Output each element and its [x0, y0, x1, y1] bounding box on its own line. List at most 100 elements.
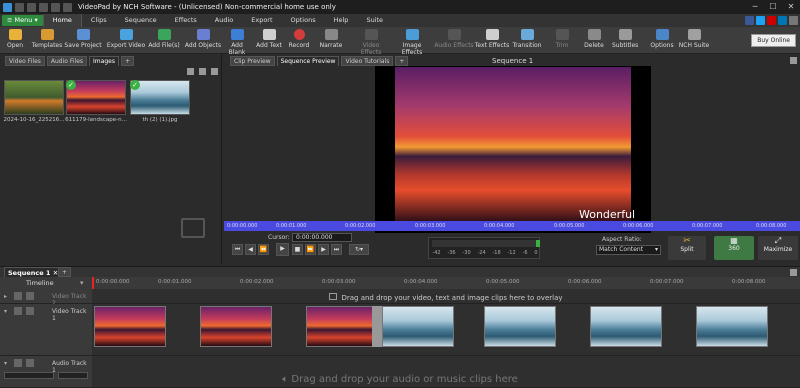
record-icon	[293, 29, 305, 40]
collapse-icon[interactable]: ▾	[4, 308, 7, 315]
trash-icon[interactable]	[187, 68, 194, 75]
timeline-ruler[interactable]: Timeline ▾ 0:00:00.000 0:00:01.000 0:00:…	[0, 277, 800, 289]
tab-sequence-preview[interactable]: Sequence Preview	[276, 56, 340, 66]
eye-icon[interactable]	[14, 307, 22, 315]
text-effects-button[interactable]: Text Effects	[474, 28, 510, 54]
add-files-button[interactable]: Add File(s)	[146, 28, 182, 54]
add-sequence-tab[interactable]: +	[58, 267, 72, 277]
lock-icon[interactable]	[26, 359, 34, 367]
image-effects-button[interactable]: Image Effects	[392, 28, 432, 56]
tab-audio-files[interactable]: Audio Files	[46, 56, 88, 66]
linkedin-icon[interactable]	[778, 16, 787, 25]
video-clip[interactable]	[306, 306, 376, 347]
loop-icon[interactable]: ↻▾	[349, 244, 369, 255]
eye-icon[interactable]	[14, 292, 22, 300]
ruler-tick: 0:00:05.000	[486, 279, 520, 285]
nch-suite-button[interactable]: NCH Suite	[678, 28, 710, 54]
twitter-icon[interactable]	[756, 16, 765, 25]
tab-clips[interactable]: Clips	[82, 14, 116, 27]
delete-button[interactable]: Delete	[583, 28, 605, 54]
narrate-button[interactable]: Narrate	[318, 28, 344, 54]
tab-options[interactable]: Options	[282, 14, 325, 27]
tab-effects[interactable]: Effects	[166, 14, 206, 27]
templates-button[interactable]: Templates	[30, 28, 64, 54]
audio-level-meter: -42 -36 -30 -24 -18 -12 -6 0	[428, 237, 540, 259]
tab-help[interactable]: Help	[325, 14, 358, 27]
next-frame-icon[interactable]: ▶	[318, 244, 329, 255]
lock-icon[interactable]	[26, 292, 34, 300]
tab-add[interactable]: +	[395, 56, 409, 66]
ruler-tick: 0:00:07.000	[692, 223, 723, 229]
undock-icon[interactable]	[790, 57, 797, 64]
stop-icon[interactable]: ■	[292, 244, 303, 255]
step-forward-icon[interactable]: ⏩	[305, 244, 316, 255]
video-track-2[interactable]: Drag and drop your video, text and image…	[92, 289, 800, 304]
new-folder-icon[interactable]	[199, 68, 206, 75]
audio-effects-button[interactable]: Audio Effects	[434, 28, 474, 54]
360-button[interactable]: ▦ 360	[714, 236, 754, 260]
tab-sequence[interactable]: Sequence	[116, 14, 166, 27]
tab-images[interactable]: Images	[89, 56, 119, 66]
play-icon[interactable]: ▶	[276, 243, 289, 256]
file-thumbnail[interactable]	[4, 80, 64, 115]
video-effects-button[interactable]: Video Effects	[352, 28, 390, 56]
help-icon[interactable]	[789, 16, 798, 25]
collapse-icon[interactable]: ▾	[4, 360, 7, 367]
view-icon[interactable]	[211, 68, 218, 75]
add-blank-button[interactable]: Add Blank	[222, 28, 252, 56]
add-text-button[interactable]: Add Text	[254, 28, 284, 54]
add-objects-button[interactable]: Add Objects	[184, 28, 222, 54]
split-button[interactable]: ✂ Split	[668, 236, 706, 260]
video-clip[interactable]	[590, 306, 662, 347]
open-button[interactable]: Open	[4, 28, 26, 54]
step-back-icon[interactable]: ⏪	[258, 244, 269, 255]
video-clip[interactable]	[94, 306, 166, 347]
tab-add[interactable]: +	[120, 56, 134, 66]
tab-home[interactable]: Home	[42, 14, 82, 27]
tab-video-tutorials[interactable]: Video Tutorials	[341, 56, 394, 66]
undo-icon[interactable]	[51, 2, 60, 12]
close-icon[interactable]: ✕	[782, 0, 800, 14]
new-icon[interactable]	[15, 2, 24, 12]
video-clip[interactable]	[696, 306, 768, 347]
go-start-icon[interactable]: ⏮	[232, 244, 243, 255]
subtitles-button[interactable]: Subtitles	[612, 28, 638, 54]
tab-clip-preview[interactable]: Clip Preview	[230, 56, 275, 66]
minimize-icon[interactable]: ─	[746, 0, 764, 14]
aspect-ratio-select[interactable]: Match Content ▾	[596, 245, 661, 255]
facebook-icon[interactable]	[745, 16, 754, 25]
video-clip[interactable]	[382, 306, 454, 347]
options-button[interactable]: Options	[650, 28, 674, 54]
prev-frame-icon[interactable]: ◀	[245, 244, 256, 255]
tab-export[interactable]: Export	[242, 14, 281, 27]
save-icon[interactable]	[39, 2, 48, 12]
maximize-button[interactable]: ⤢ Maximize	[758, 236, 798, 260]
menu-button[interactable]: ≡ Menu ▾	[2, 15, 43, 26]
save-project-button[interactable]: Save Project	[64, 28, 102, 54]
expand-icon[interactable]: ▸	[4, 293, 7, 300]
redo-icon[interactable]	[63, 2, 72, 12]
tab-audio[interactable]: Audio	[206, 14, 242, 27]
chevron-down-icon[interactable]: ▾	[80, 279, 84, 287]
cursor-field[interactable]: 0:00:00.000	[292, 233, 352, 242]
tab-sequence-1[interactable]: Sequence 1 ✕	[4, 267, 63, 277]
open-icon[interactable]	[27, 2, 36, 12]
tab-video-files[interactable]: Video Files	[5, 56, 45, 66]
video-track-1[interactable]	[92, 304, 800, 356]
restore-icon[interactable]: ☐	[764, 0, 782, 14]
undock-icon[interactable]	[790, 269, 797, 276]
lock-icon[interactable]	[26, 307, 34, 315]
export-video-button[interactable]: Export Video	[106, 28, 146, 54]
transition-button[interactable]: Transition	[512, 28, 542, 54]
record-button[interactable]: Record	[286, 28, 312, 54]
go-end-icon[interactable]: ⏭	[331, 244, 342, 255]
buy-online-button[interactable]: Buy Online	[751, 34, 796, 47]
trim-button[interactable]: Trim	[552, 28, 572, 54]
ribbon-toolbar: Open Templates Save Project Export Video…	[0, 27, 800, 56]
ruler-tick: 0:00:03.000	[322, 279, 356, 285]
video-clip[interactable]	[200, 306, 272, 347]
tab-suite[interactable]: Suite	[357, 14, 392, 27]
speaker-icon[interactable]	[14, 359, 22, 367]
video-clip[interactable]	[484, 306, 556, 347]
youtube-icon[interactable]	[767, 16, 776, 25]
